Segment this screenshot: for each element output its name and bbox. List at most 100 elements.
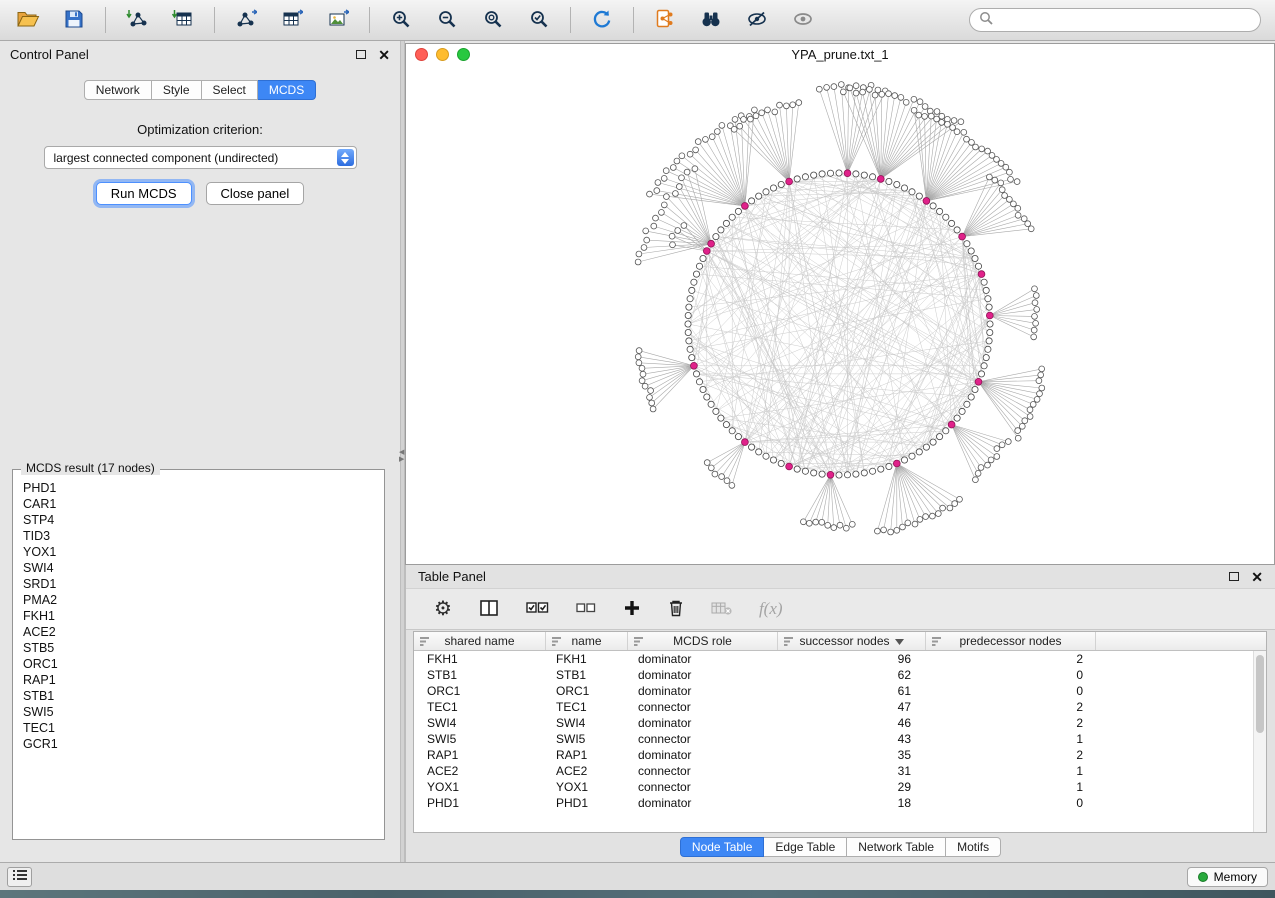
mcds-result-item[interactable]: YOX1 — [16, 544, 381, 560]
toolbar-separator — [105, 7, 106, 33]
mcds-result-item[interactable]: SWI4 — [16, 560, 381, 576]
close-table-panel-icon[interactable]: ✕ — [1251, 570, 1263, 584]
sort-descending-icon — [895, 634, 904, 648]
table-scrollbar-thumb[interactable] — [1256, 655, 1264, 733]
column-header-mcds-role[interactable]: MCDS role — [628, 632, 778, 650]
binoculars-icon — [700, 9, 722, 32]
tab-mcds[interactable]: MCDS — [258, 80, 316, 100]
tab-node-table[interactable]: Node Table — [680, 837, 765, 857]
mcds-result-item[interactable]: TID3 — [16, 528, 381, 544]
find-network-button[interactable] — [693, 5, 729, 35]
search-input[interactable] — [999, 13, 1251, 27]
run-mcds-button[interactable]: Run MCDS — [96, 182, 192, 205]
zoom-out-button[interactable] — [429, 5, 465, 35]
tab-network-table[interactable]: Network Table — [847, 837, 946, 857]
export-image-icon — [327, 9, 349, 32]
share-network-button[interactable] — [647, 5, 683, 35]
column-header-name[interactable]: name — [546, 632, 628, 650]
create-column-button[interactable] — [623, 599, 641, 620]
export-network-button[interactable] — [228, 5, 264, 35]
mcds-result-item[interactable]: PMA2 — [16, 592, 381, 608]
close-window-icon[interactable] — [415, 48, 428, 61]
memory-button[interactable]: Memory — [1187, 867, 1268, 887]
mcds-result-item[interactable]: ORC1 — [16, 656, 381, 672]
close-panel-button[interactable]: Close panel — [206, 182, 305, 205]
delete-table-button[interactable] — [711, 600, 732, 619]
cell-successor-nodes: 62 — [778, 668, 926, 682]
zoom-selected-button[interactable] — [521, 5, 557, 35]
column-header-shared-name[interactable]: shared name — [414, 632, 546, 650]
table-row[interactable]: ACE2ACE2connector311 — [414, 763, 1253, 779]
tab-motifs[interactable]: Motifs — [946, 837, 1001, 857]
search-box[interactable] — [969, 8, 1261, 32]
level-of-detail-button[interactable] — [785, 5, 821, 35]
optimization-criterion-select[interactable]: largest connected component (undirected) — [44, 146, 357, 169]
table-row[interactable]: SWI4SWI4dominator462 — [414, 715, 1253, 731]
control-panel-title: Control Panel — [10, 47, 89, 62]
mcds-result-item[interactable]: TEC1 — [16, 720, 381, 736]
export-image-button[interactable] — [320, 5, 356, 35]
cell-name: RAP1 — [546, 748, 628, 762]
table-row[interactable]: ORC1ORC1dominator610 — [414, 683, 1253, 699]
open-file-button[interactable] — [10, 5, 46, 35]
splitter-collapse-icon[interactable]: ◀▶ — [399, 449, 404, 463]
mcds-result-item[interactable]: PHD1 — [16, 480, 381, 496]
mcds-result-item[interactable]: STB5 — [16, 640, 381, 656]
mcds-result-item[interactable]: ACE2 — [16, 624, 381, 640]
show-panels-button[interactable] — [7, 867, 32, 887]
zoom-in-button[interactable] — [383, 5, 419, 35]
refresh-button[interactable] — [584, 5, 620, 35]
mcds-result-item[interactable]: FKH1 — [16, 608, 381, 624]
delete-column-button[interactable] — [668, 599, 684, 620]
mcds-result-item[interactable]: GCR1 — [16, 736, 381, 752]
column-header-predecessor-nodes[interactable]: predecessor nodes — [926, 632, 1096, 650]
zoom-fit-button[interactable] — [475, 5, 511, 35]
tab-select[interactable]: Select — [202, 80, 258, 100]
column-header-successor-nodes[interactable]: successor nodes — [778, 632, 926, 650]
cell-predecessor-nodes: 1 — [926, 764, 1096, 778]
table-row[interactable]: PHD1PHD1dominator180 — [414, 795, 1253, 811]
network-window-title: YPA_prune.txt_1 — [406, 47, 1274, 62]
mcds-result-item[interactable]: CAR1 — [16, 496, 381, 512]
import-network-button[interactable] — [119, 5, 155, 35]
cell-mcds-role: dominator — [628, 796, 778, 810]
table-row[interactable]: FKH1FKH1dominator962 — [414, 651, 1253, 667]
unchecked-boxes-icon — [576, 602, 596, 617]
network-canvas[interactable] — [406, 64, 1274, 564]
cell-name: ACE2 — [546, 764, 628, 778]
mcds-result-item[interactable]: RAP1 — [16, 672, 381, 688]
mcds-result-list[interactable]: PHD1CAR1STP4TID3YOX1SWI4SRD1PMA2FKH1ACE2… — [16, 480, 381, 836]
table-row[interactable]: TEC1TEC1connector472 — [414, 699, 1253, 715]
show-columns-button[interactable] — [479, 599, 499, 620]
mcds-result-item[interactable]: STB1 — [16, 688, 381, 704]
unselect-all-columns-button[interactable] — [576, 602, 596, 617]
memory-label: Memory — [1214, 870, 1257, 884]
table-row[interactable]: YOX1YOX1connector291 — [414, 779, 1253, 795]
cell-shared-name: RAP1 — [414, 748, 546, 762]
network-window-titlebar[interactable]: YPA_prune.txt_1 — [406, 44, 1274, 64]
fx-icon: f(x) — [759, 599, 783, 619]
table-scrollbar[interactable] — [1253, 651, 1266, 832]
mcds-result-item[interactable]: SRD1 — [16, 576, 381, 592]
float-table-panel-icon[interactable] — [1229, 572, 1239, 581]
function-builder-button[interactable]: f(x) — [759, 599, 783, 619]
import-table-button[interactable] — [165, 5, 201, 35]
tab-edge-table[interactable]: Edge Table — [764, 837, 847, 857]
close-panel-icon[interactable]: ✕ — [378, 48, 390, 62]
maximize-window-icon[interactable] — [457, 48, 470, 61]
minimize-window-icon[interactable] — [436, 48, 449, 61]
save-session-button[interactable] — [56, 5, 92, 35]
tab-network[interactable]: Network — [84, 80, 152, 100]
hide-graphics-button[interactable] — [739, 5, 775, 35]
table-row[interactable]: RAP1RAP1dominator352 — [414, 747, 1253, 763]
float-panel-icon[interactable] — [356, 50, 366, 59]
table-row[interactable]: STB1STB1dominator620 — [414, 667, 1253, 683]
mcds-result-item[interactable]: STP4 — [16, 512, 381, 528]
mcds-result-item[interactable]: SWI5 — [16, 704, 381, 720]
table-row[interactable]: SWI5SWI5connector431 — [414, 731, 1253, 747]
export-table-button[interactable] — [274, 5, 310, 35]
tab-style[interactable]: Style — [152, 80, 202, 100]
select-all-columns-button[interactable] — [526, 601, 549, 618]
cell-name: YOX1 — [546, 780, 628, 794]
table-settings-button[interactable]: ⚙ — [434, 599, 452, 619]
